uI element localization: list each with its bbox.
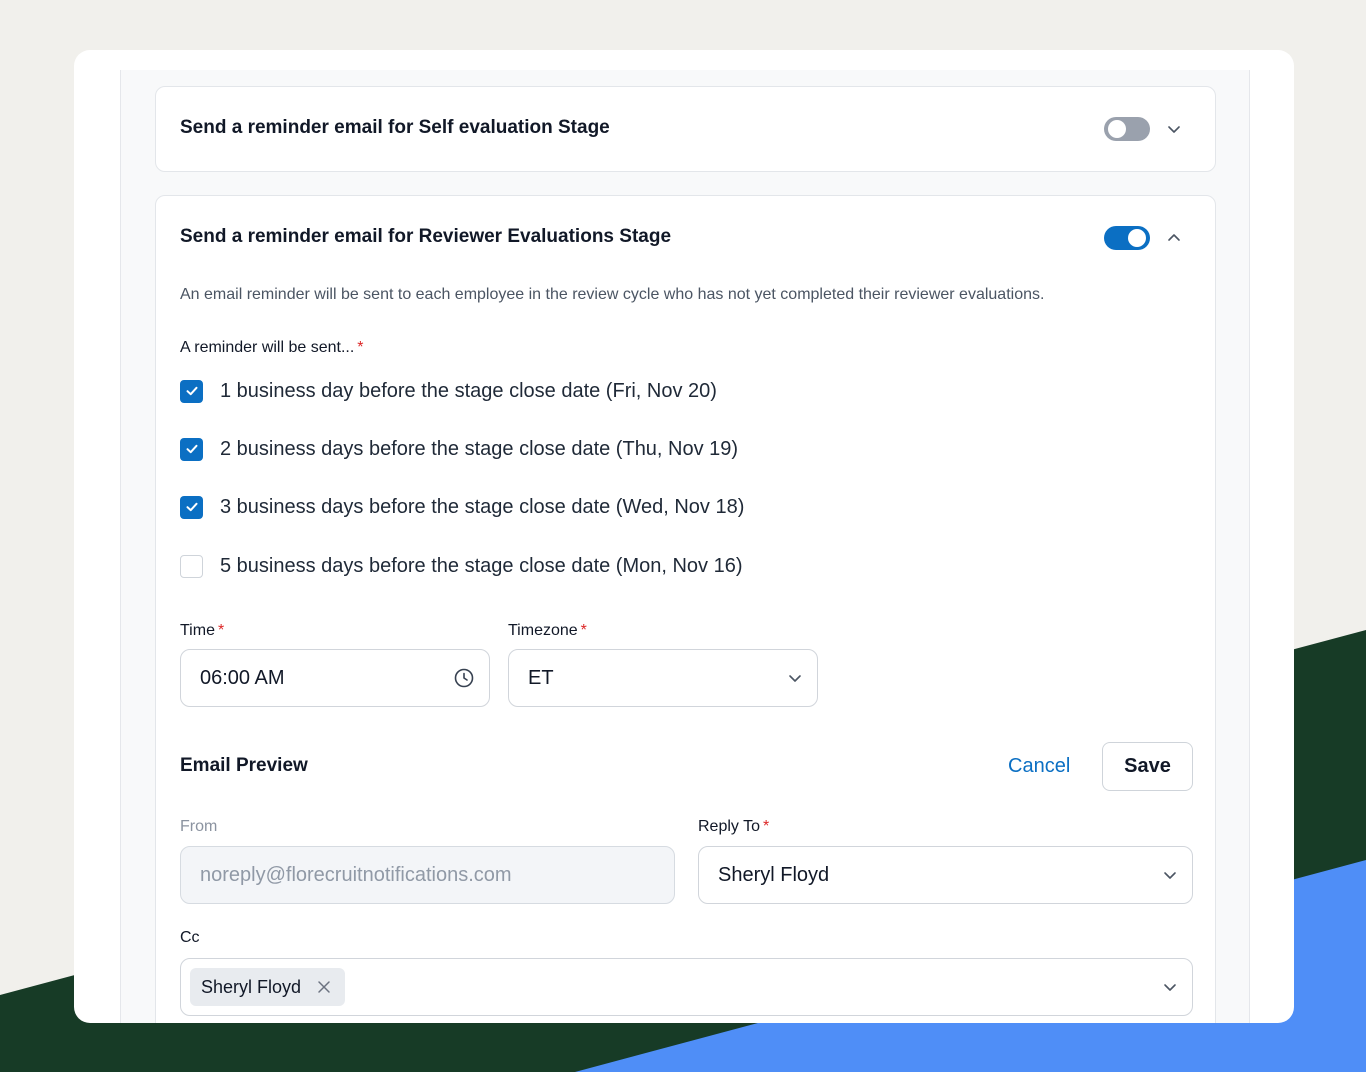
self-evaluation-reminder-toggle[interactable] <box>1104 117 1150 141</box>
checkmark-icon <box>186 386 197 396</box>
time-input[interactable]: 06:00 AM <box>180 649 490 707</box>
cc-select[interactable]: Sheryl Floyd <box>180 958 1193 1016</box>
reminder-option-3[interactable]: 3 business days before the stage close d… <box>180 495 744 519</box>
timezone-label-text: Timezone <box>508 622 578 639</box>
from-value: noreply@florecruitnotifications.com <box>200 863 512 886</box>
reminder-option-4[interactable]: 5 business days before the stage close d… <box>180 554 743 578</box>
checkbox-unchecked[interactable] <box>180 554 203 578</box>
settings-card: Send a reminder email for Self evaluatio… <box>74 50 1294 1023</box>
chevron-down-icon[interactable] <box>1166 121 1182 137</box>
close-icon[interactable] <box>317 980 331 994</box>
timezone-select[interactable]: ET <box>508 649 818 707</box>
chevron-up-icon[interactable] <box>1166 230 1182 246</box>
timezone-value: ET <box>528 666 554 689</box>
required-asterisk: * <box>762 818 770 835</box>
cc-label: Cc <box>180 929 200 946</box>
required-asterisk: * <box>217 622 225 639</box>
reply-to-label-text: Reply To <box>698 818 760 835</box>
reviewer-evaluations-reminder-panel: Send a reminder email for Reviewer Evalu… <box>155 195 1216 1023</box>
toggle-knob <box>1108 120 1126 138</box>
email-preview-title: Email Preview <box>180 755 308 776</box>
checkbox-checked[interactable] <box>180 495 203 519</box>
checkmark-icon <box>186 444 197 454</box>
reply-to-select[interactable]: Sheryl Floyd <box>698 846 1193 904</box>
reminder-option-label: 3 business days before the stage close d… <box>220 495 745 518</box>
cc-chip-label: Sheryl Floyd <box>201 976 302 997</box>
required-asterisk: * <box>357 339 364 356</box>
checkbox-checked[interactable] <box>180 379 203 403</box>
reminder-option-label: 5 business days before the stage close d… <box>220 554 743 577</box>
reminder-option-label: 2 business days before the stage close d… <box>220 437 739 460</box>
required-asterisk: * <box>580 622 587 639</box>
reminder-option-2[interactable]: 2 business days before the stage close d… <box>180 437 738 461</box>
chevron-down-icon <box>789 675 801 682</box>
from-label: From <box>180 818 218 835</box>
timezone-label: Timezone * <box>508 622 587 640</box>
reminder-option-label: 1 business day before the stage close da… <box>220 379 717 402</box>
reply-to-label: Reply To * <box>698 818 769 836</box>
toggle-knob <box>1128 229 1146 247</box>
time-value: 06:00 AM <box>200 666 285 689</box>
clock-icon[interactable] <box>453 667 475 689</box>
time-label: Time * <box>180 622 224 640</box>
checkbox-checked[interactable] <box>180 437 203 461</box>
time-label-text: Time <box>180 622 215 639</box>
checkmark-icon <box>186 502 197 512</box>
cancel-button[interactable]: Cancel <box>1008 755 1070 778</box>
reminder-description: An email reminder will be sent to each e… <box>180 286 1045 303</box>
self-evaluation-reminder-panel: Send a reminder email for Self evaluatio… <box>155 86 1216 172</box>
reviewer-evaluations-reminder-title: Send a reminder email for Reviewer Evalu… <box>180 226 672 247</box>
chevron-down-icon <box>1164 984 1176 991</box>
reviewer-evaluations-reminder-toggle[interactable] <box>1104 226 1150 250</box>
self-evaluation-reminder-title: Send a reminder email for Self evaluatio… <box>180 117 610 138</box>
chevron-down-icon <box>1164 872 1176 879</box>
reminder-timing-label: A reminder will be sent... * <box>180 339 364 357</box>
reply-to-value: Sheryl Floyd <box>718 863 830 886</box>
from-field: noreply@florecruitnotifications.com <box>180 846 675 904</box>
cc-chip: Sheryl Floyd <box>190 968 346 1006</box>
save-button[interactable]: Save <box>1102 742 1193 791</box>
reminder-option-1[interactable]: 1 business day before the stage close da… <box>180 379 717 403</box>
reminder-timing-label-text: A reminder will be sent... <box>180 339 355 356</box>
